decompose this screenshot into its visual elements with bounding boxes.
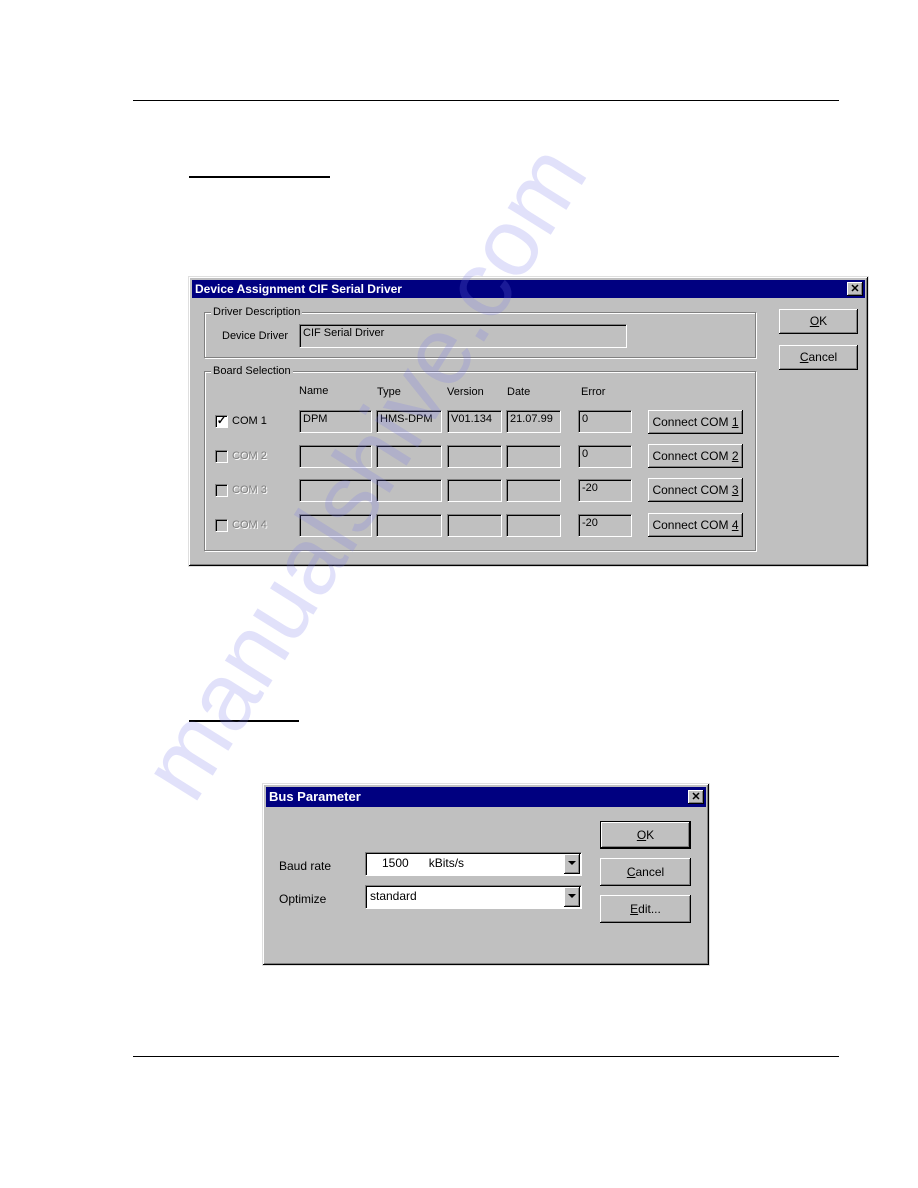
button-label: K bbox=[819, 314, 828, 328]
baud-rate-label: Baud rate bbox=[279, 859, 332, 873]
column-header-type: Type bbox=[377, 386, 401, 398]
button-label: Connect COM bbox=[652, 449, 732, 463]
com2-version-field bbox=[447, 445, 502, 468]
connect-com4-button[interactable]: Connect COM 4 bbox=[648, 513, 743, 537]
button-accel-key: O bbox=[809, 314, 820, 328]
edit-button[interactable]: Edit... bbox=[600, 895, 691, 923]
com4-version-field bbox=[447, 514, 502, 537]
device-driver-field: CIF Serial Driver bbox=[299, 324, 627, 348]
com1-error-field: 0 bbox=[578, 410, 632, 433]
header-rule bbox=[133, 100, 839, 101]
com1-label: COM 1 bbox=[232, 415, 267, 427]
com3-date-field bbox=[506, 479, 561, 502]
ok-button[interactable]: OK bbox=[600, 821, 691, 849]
com1-version-field: V01.134 bbox=[447, 410, 502, 433]
dialog-title: Bus Parameter bbox=[269, 789, 361, 804]
com2-name-field bbox=[299, 445, 372, 468]
driver-description-group: Driver Description Device Driver CIF Ser… bbox=[204, 305, 756, 358]
optimize-label: Optimize bbox=[279, 892, 327, 906]
com3-error-field: -20 bbox=[578, 479, 632, 502]
chevron-down-icon[interactable] bbox=[564, 854, 580, 874]
dialog-titlebar: Bus Parameter ✕ bbox=[266, 787, 706, 807]
dialog-title: Device Assignment CIF Serial Driver bbox=[195, 282, 402, 296]
button-label: Connect COM bbox=[652, 518, 732, 532]
dialog-titlebar: Device Assignment CIF Serial Driver ✕ bbox=[192, 280, 865, 298]
group-label: Board Selection bbox=[211, 364, 293, 378]
chevron-down-icon[interactable] bbox=[564, 887, 580, 907]
device-assignment-dialog: Device Assignment CIF Serial Driver ✕ Dr… bbox=[188, 276, 869, 567]
board-selection-group: Board Selection Name Type Version Date E… bbox=[204, 364, 756, 551]
ok-button[interactable]: OK bbox=[779, 309, 858, 334]
com2-date-field bbox=[506, 445, 561, 468]
button-label: ancel bbox=[635, 865, 665, 879]
button-label: Connect COM bbox=[652, 415, 732, 429]
column-header-name: Name bbox=[299, 385, 329, 397]
com1-date-field: 21.07.99 bbox=[506, 410, 561, 433]
selected-value: standard bbox=[370, 889, 417, 903]
close-icon[interactable]: ✕ bbox=[847, 282, 863, 296]
selected-value: 1500 kBits/s bbox=[382, 856, 465, 870]
column-header-version: Version bbox=[447, 386, 484, 398]
baud-rate-select[interactable]: 1500 kBits/s bbox=[365, 852, 582, 876]
com4-error-field: -20 bbox=[578, 514, 632, 537]
button-accel-key: 1 bbox=[731, 415, 739, 429]
optimize-select[interactable]: standard bbox=[365, 885, 582, 909]
button-accel-key: E bbox=[630, 902, 639, 916]
com1-type-field: HMS-DPM bbox=[376, 410, 442, 433]
button-label: Connect COM bbox=[652, 483, 732, 497]
com2-error-field: 0 bbox=[578, 445, 632, 468]
com4-date-field bbox=[506, 514, 561, 537]
button-label: ancel bbox=[808, 350, 838, 364]
connect-com1-button[interactable]: Connect COM 1 bbox=[648, 410, 743, 434]
cancel-button[interactable]: Cancel bbox=[600, 858, 691, 886]
section-heading-underline-1 bbox=[189, 176, 330, 178]
close-icon[interactable]: ✕ bbox=[688, 790, 704, 804]
connect-com2-button[interactable]: Connect COM 2 bbox=[648, 444, 743, 468]
com2-label: COM 2 bbox=[232, 450, 267, 462]
button-label: K bbox=[646, 828, 655, 842]
column-header-error: Error bbox=[581, 386, 606, 398]
button-accel-key: O bbox=[636, 828, 647, 842]
connect-com3-button[interactable]: Connect COM 3 bbox=[648, 478, 743, 502]
com1-checkbox[interactable]: ✓ bbox=[215, 415, 228, 428]
column-header-date: Date bbox=[507, 386, 531, 398]
com3-type-field bbox=[376, 479, 442, 502]
device-driver-label: Device Driver bbox=[222, 330, 289, 342]
com4-label: COM 4 bbox=[232, 519, 267, 531]
button-accel-key: 4 bbox=[731, 518, 739, 532]
section-heading-underline-2 bbox=[189, 720, 299, 722]
com3-checkbox[interactable] bbox=[215, 484, 228, 497]
com4-checkbox[interactable] bbox=[215, 519, 228, 532]
com2-checkbox[interactable] bbox=[215, 450, 228, 463]
bus-parameter-dialog: Bus Parameter ✕ Baud rate 1500 kBits/s O… bbox=[262, 783, 710, 966]
com2-type-field bbox=[376, 445, 442, 468]
footer-rule bbox=[133, 1056, 839, 1057]
com4-type-field bbox=[376, 514, 442, 537]
com3-name-field bbox=[299, 479, 372, 502]
button-accel-key: 3 bbox=[731, 483, 739, 497]
button-label: dit... bbox=[638, 902, 661, 916]
button-accel-key: 2 bbox=[731, 449, 739, 463]
com4-name-field bbox=[299, 514, 372, 537]
group-label: Driver Description bbox=[211, 305, 303, 319]
com3-version-field bbox=[447, 479, 502, 502]
com3-label: COM 3 bbox=[232, 484, 267, 496]
com1-name-field: DPM bbox=[299, 410, 372, 433]
cancel-button[interactable]: Cancel bbox=[779, 345, 858, 370]
